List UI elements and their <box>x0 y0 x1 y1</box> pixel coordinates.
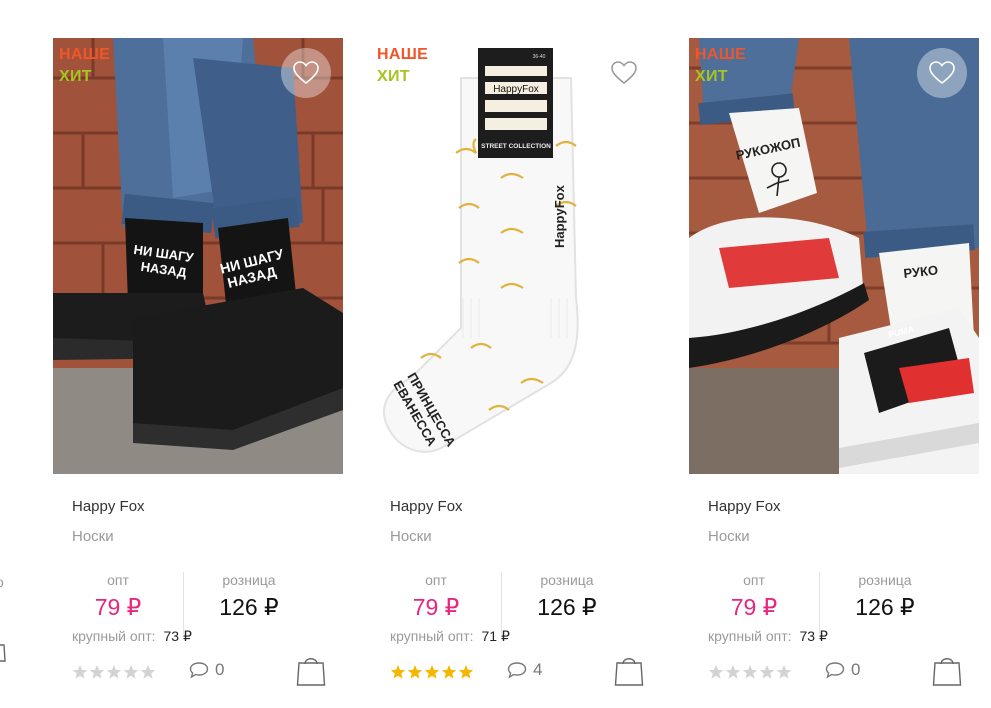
star-icon[interactable] <box>708 664 724 680</box>
wholesale-value: 79 ₽ <box>730 594 778 620</box>
bulk-label: крупный опт: <box>708 628 792 644</box>
retail-label: розница <box>540 572 594 588</box>
heart-icon <box>293 61 319 85</box>
wholesale-price: опт 79 ₽ <box>371 572 501 621</box>
comments-link[interactable]: 0 <box>825 660 860 680</box>
retail-value: 126 ₽ <box>855 594 915 620</box>
sock-brand-print: HappyFox <box>552 184 567 248</box>
cart-icon[interactable] <box>0 636 6 662</box>
tag-brand-text: HappyFox <box>493 84 539 95</box>
favorite-button[interactable] <box>599 48 649 98</box>
product-category: Носки <box>72 528 114 545</box>
heart-icon <box>929 61 955 85</box>
hit-badge: НАШЕ ХИТ <box>695 44 746 88</box>
comments-link[interactable]: 0 <box>189 660 224 680</box>
retail-price: розница 126 ₽ <box>501 572 632 634</box>
star-icon[interactable] <box>776 664 792 680</box>
star-icon[interactable] <box>458 664 474 680</box>
bulk-value: 73 ₽ <box>799 628 828 644</box>
retail-value: 126 ₽ <box>537 594 597 620</box>
product-brand[interactable]: Happy Fox <box>390 498 463 515</box>
star-icon[interactable] <box>89 664 105 680</box>
retail-label: розница <box>858 572 912 588</box>
bulk-price: крупный опт: 73 ₽ <box>72 628 192 645</box>
product-photo[interactable]: РУКОЖОП РУКО PUMA НАШЕ ХИТ <box>689 38 979 474</box>
comment-icon <box>825 662 845 679</box>
product-category: Носки <box>708 528 750 545</box>
cart-icon[interactable] <box>614 652 644 686</box>
badge-line1: НАШЕ <box>377 46 429 63</box>
hit-badge: НАШЕ ХИТ <box>59 44 110 88</box>
wholesale-price: опт 79 ₽ <box>53 572 183 621</box>
previous-card-fragment: о <box>0 570 10 690</box>
product-card[interactable]: 36-40 HappyFox STREET COLLECTION HappyFo… <box>371 38 661 708</box>
badge-line2: ХИТ <box>59 68 92 85</box>
retail-price: розница 126 ₽ <box>819 572 950 634</box>
star-icon[interactable] <box>106 664 122 680</box>
wholesale-label: опт <box>743 572 765 588</box>
rating-stars[interactable] <box>72 664 156 680</box>
star-icon[interactable] <box>407 664 423 680</box>
bulk-label: крупный опт: <box>72 628 156 644</box>
wholesale-price: опт 79 ₽ <box>689 572 819 621</box>
star-icon[interactable] <box>441 664 457 680</box>
rating-stars[interactable] <box>708 664 792 680</box>
tag-size-text: 36-40 <box>533 54 546 60</box>
hit-badge: НАШЕ ХИТ <box>377 44 428 88</box>
star-icon[interactable] <box>123 664 139 680</box>
comment-icon <box>507 662 527 679</box>
bulk-label: крупный опт: <box>390 628 474 644</box>
badge-line2: ХИТ <box>377 68 410 85</box>
bulk-value: 71 ₽ <box>481 628 510 644</box>
product-category: Носки <box>390 528 432 545</box>
star-icon[interactable] <box>742 664 758 680</box>
product-photo[interactable]: НИ ШАГУ НАЗАД НИ ШАГУ НАЗАД НАШЕ ХИТ <box>53 38 343 474</box>
tag-caption-text: STREET COLLECTION <box>481 143 551 150</box>
product-image: НИ ШАГУ НАЗАД НИ ШАГУ НАЗАД <box>53 38 343 474</box>
retail-value: 126 ₽ <box>219 594 279 620</box>
product-brand[interactable]: Happy Fox <box>708 498 781 515</box>
bulk-value: 73 ₽ <box>163 628 192 644</box>
badge-line1: НАШЕ <box>59 46 111 63</box>
bulk-price: крупный опт: 73 ₽ <box>708 628 828 645</box>
star-icon[interactable] <box>424 664 440 680</box>
star-icon[interactable] <box>725 664 741 680</box>
product-image: РУКОЖОП РУКО PUMA <box>689 38 979 474</box>
star-icon[interactable] <box>759 664 775 680</box>
badge-line2: ХИТ <box>695 68 728 85</box>
previous-card-label-fragment: о <box>0 574 4 590</box>
product-card[interactable]: НИ ШАГУ НАЗАД НИ ШАГУ НАЗАД НАШЕ ХИТ Hap… <box>53 38 343 708</box>
star-icon[interactable] <box>140 664 156 680</box>
retail-price: розница 126 ₽ <box>183 572 314 634</box>
favorite-button[interactable] <box>917 48 967 98</box>
heart-icon <box>611 61 637 85</box>
comments-count: 4 <box>533 660 543 679</box>
wholesale-value: 79 ₽ <box>412 594 460 620</box>
wholesale-value: 79 ₽ <box>94 594 142 620</box>
star-icon[interactable] <box>390 664 406 680</box>
comments-link[interactable]: 4 <box>507 660 542 680</box>
product-card[interactable]: РУКОЖОП РУКО PUMA НАШЕ ХИТ Happy Fox Нос… <box>689 38 979 708</box>
cart-icon[interactable] <box>932 652 962 686</box>
product-photo[interactable]: 36-40 HappyFox STREET COLLECTION HappyFo… <box>371 38 661 474</box>
badge-line1: НАШЕ <box>695 46 747 63</box>
star-icon[interactable] <box>72 664 88 680</box>
cart-icon[interactable] <box>296 652 326 686</box>
product-image: 36-40 HappyFox STREET COLLECTION HappyFo… <box>371 38 661 474</box>
comments-count: 0 <box>215 660 225 679</box>
bulk-price: крупный опт: 71 ₽ <box>390 628 510 645</box>
rating-stars[interactable] <box>390 664 474 680</box>
comments-count: 0 <box>851 660 861 679</box>
wholesale-label: опт <box>425 572 447 588</box>
favorite-button[interactable] <box>281 48 331 98</box>
product-brand[interactable]: Happy Fox <box>72 498 145 515</box>
retail-label: розница <box>222 572 276 588</box>
comment-icon <box>189 662 209 679</box>
wholesale-label: опт <box>107 572 129 588</box>
